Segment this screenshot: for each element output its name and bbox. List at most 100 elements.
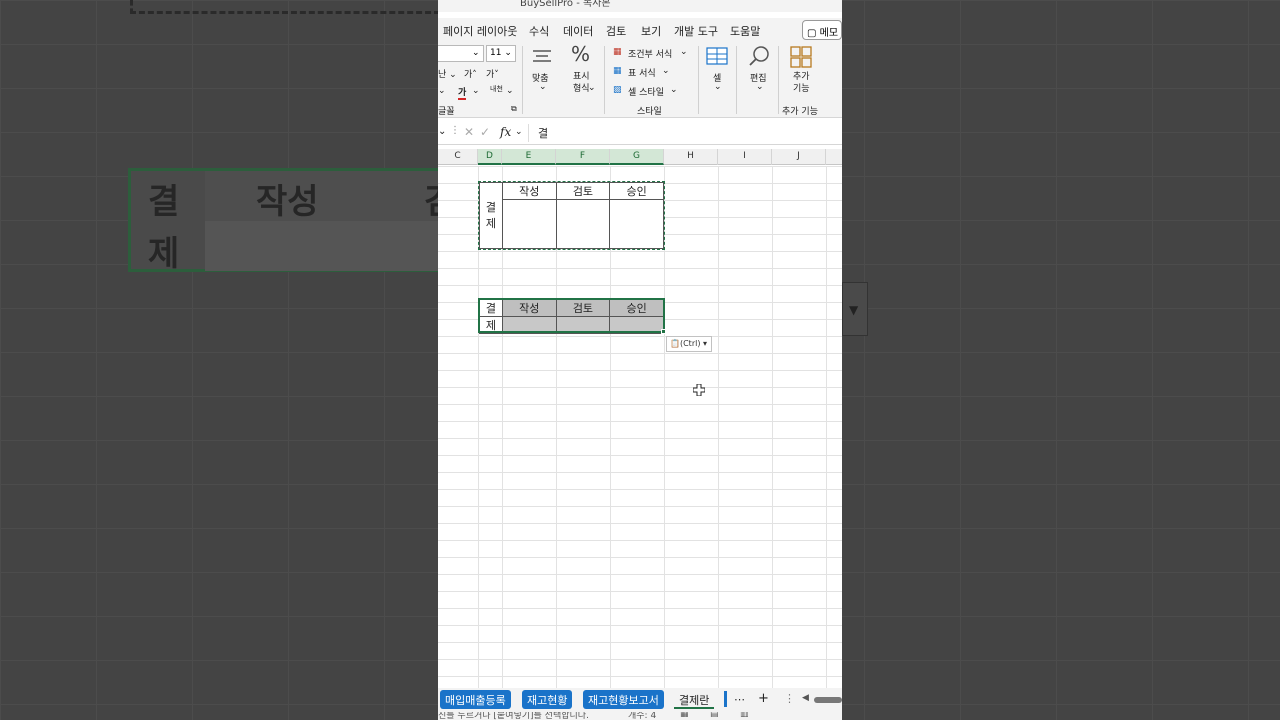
font-color-dropdown[interactable]: ⌄ — [472, 86, 480, 96]
cell-style-button[interactable]: 셀 스타일 — [628, 85, 664, 98]
sheet-tab-inventory[interactable]: 재고현황 — [522, 690, 573, 709]
fill-handle[interactable] — [661, 329, 666, 334]
tab-developer[interactable]: 개발 도구 — [674, 23, 718, 39]
window-title: BuySellPro - 복사본 — [520, 0, 611, 9]
paste-options-label: (Ctrl) — [679, 339, 701, 348]
add-ins-group-label: 추가 기능 — [782, 107, 818, 117]
paste-options-button[interactable]: 📋(Ctrl) ▾ — [666, 336, 712, 352]
cell-style-icon: ▨ — [613, 85, 622, 95]
sheet-tab-purchase-sales[interactable]: 매입매출등록 — [440, 690, 511, 709]
normal-view-icon[interactable]: ▦ — [680, 712, 689, 719]
column-header-h[interactable]: H — [664, 149, 718, 165]
column-header-e[interactable]: E — [502, 149, 556, 165]
table-format-button[interactable]: 표 서식 — [628, 66, 656, 79]
horizontal-scrollbar[interactable] — [814, 697, 842, 703]
percent-icon[interactable]: % — [571, 42, 590, 66]
column-header-j[interactable]: J — [772, 149, 826, 165]
cells-icon[interactable] — [706, 46, 728, 66]
tab-help[interactable]: 도움말 — [730, 23, 760, 39]
background-dropdown: ▼ — [842, 282, 868, 336]
sheet-tab-overflow — [724, 691, 727, 707]
background-cell-gyeol: 결 — [148, 182, 180, 222]
cells-dropdown[interactable]: ⌄ — [714, 82, 722, 92]
font-color-icon[interactable]: 가 — [458, 85, 467, 100]
background-dashed-border — [130, 0, 440, 14]
tab-view[interactable]: 보기 — [641, 23, 661, 39]
name-box-dropdown[interactable]: ⌄ — [438, 126, 446, 137]
tab-page-layout[interactable]: 페이지 레이아웃 — [443, 23, 517, 39]
ribbon-tabs: 페이지 레이아웃 수식 데이터 검토 보기 개발 도구 도움말 ▢ 메모 — [438, 18, 842, 42]
comments-button[interactable]: ▢ 메모 — [802, 20, 842, 40]
tab-review[interactable]: 검토 — [606, 23, 626, 39]
column-header-d[interactable]: D — [478, 149, 502, 165]
grow-font-icon[interactable]: 가˄ — [464, 67, 477, 80]
column-headers: C D E F G H I J — [438, 149, 842, 165]
font-dialog-launcher-icon[interactable]: ⧉ — [511, 104, 517, 114]
conditional-format-button[interactable]: 조건부 서식 — [628, 47, 672, 60]
column-header-i[interactable]: I — [718, 149, 772, 165]
status-message: 진를 누르거나 [붙여넣기]를 선택합니다. — [438, 712, 589, 720]
ribbon-separator — [736, 46, 737, 114]
align-icon[interactable] — [532, 48, 552, 66]
scroll-left-icon[interactable]: ◀ — [802, 693, 809, 703]
excel-window: BuySellPro - 복사본 페이지 레이아웃 수식 데이터 검토 보기 개… — [438, 0, 842, 720]
align-dropdown[interactable]: ⌄ — [539, 82, 547, 92]
font-name-box[interactable]: ⌄ — [438, 45, 484, 62]
formula-bar: ⌄ ⋮ ✕ ✓ fx ⌄ 결 — [438, 121, 842, 145]
formula-divider — [528, 124, 529, 142]
number-format-dropdown[interactable]: ⌄ — [588, 83, 596, 93]
grid-line — [718, 166, 719, 688]
ribbon-separator — [522, 46, 523, 114]
status-count: 개수: 4 — [628, 712, 657, 720]
clipboard-icon: 📋 — [670, 339, 680, 348]
insert-function-icon[interactable]: fx — [500, 125, 511, 139]
comments-label: 메모 — [819, 28, 839, 39]
tab-data[interactable]: 데이터 — [563, 23, 593, 39]
tab-formulas[interactable]: 수식 — [529, 23, 549, 39]
phonetic-dropdown[interactable]: ⌄ — [506, 86, 514, 96]
more-sheets-icon[interactable]: ⋯ — [734, 693, 745, 706]
tab-split-icon[interactable]: ⋮ — [784, 692, 795, 705]
formula-input[interactable]: 결 — [538, 125, 548, 141]
page-layout-view-icon[interactable]: ▤ — [710, 712, 719, 719]
cell-style-dropdown[interactable]: ⌄ — [670, 85, 678, 95]
column-header-g[interactable]: G — [610, 149, 664, 165]
font-size-value: 11 — [490, 48, 502, 58]
fill-color-dropdown[interactable]: ⌄ — [438, 86, 446, 96]
column-header-f[interactable]: F — [556, 149, 610, 165]
grid-line — [772, 166, 773, 688]
ribbon-separator — [604, 46, 605, 114]
font-group-label: 글꼴 — [438, 107, 455, 117]
ribbon-separator — [778, 46, 779, 114]
ribbon-separator — [698, 46, 699, 114]
search-icon[interactable] — [748, 45, 770, 67]
table-format-dropdown[interactable]: ⌄ — [662, 66, 670, 76]
sheet-tab-inventory-report[interactable]: 재고현황보고서 — [583, 690, 664, 709]
background-cell-writer: 작성 — [256, 182, 319, 222]
conditional-format-icon: ▦ — [613, 47, 622, 57]
add-ins-label: 추가 기능 — [793, 72, 810, 94]
shrink-font-icon[interactable]: 가˅ — [486, 67, 499, 80]
add-sheet-icon[interactable]: + — [758, 691, 769, 706]
selection-range — [478, 298, 665, 333]
status-bar: 진를 누르거나 [붙여넣기]를 선택합니다. 개수: 4 ▦ ▤ ▥ — [438, 712, 842, 720]
ribbon: ⌄ 11 ⌄ 난 ⌄ 가˄ 가˅ ⌄ 가 ⌄ 내천 ⌄ 글꼴 ⧉ 맞춤 ⌄ % … — [438, 42, 842, 118]
add-ins-icon[interactable] — [790, 46, 812, 68]
editing-dropdown[interactable]: ⌄ — [756, 82, 764, 92]
grid-line — [826, 166, 827, 688]
enter-icon[interactable]: ✓ — [480, 125, 490, 139]
conditional-format-dropdown[interactable]: ⌄ — [680, 47, 688, 57]
formula-controls: ✕ ✓ fx ⌄ — [460, 123, 526, 143]
sheet-tab-approval[interactable]: 결제란 — [674, 690, 715, 709]
page-break-view-icon[interactable]: ▥ — [740, 712, 749, 719]
background-cell-je: 제 — [148, 234, 180, 274]
insert-function-dropdown[interactable]: ⌄ — [515, 127, 523, 137]
phonetic-icon[interactable]: 내천 — [490, 84, 503, 94]
column-header-c[interactable]: C — [438, 149, 478, 165]
more-options-icon[interactable]: ⋮ — [450, 125, 460, 136]
sheet-tab-bar: 매입매출등록 재고현황 재고현황보고서 결제란 ⋯ + ⋮ ◀ — [438, 688, 842, 712]
font-size-box[interactable]: 11 ⌄ — [486, 45, 516, 62]
table-format-icon: ▦ — [613, 66, 622, 76]
underline-dropdown[interactable]: 난 ⌄ — [438, 67, 457, 80]
cancel-icon[interactable]: ✕ — [464, 125, 474, 139]
